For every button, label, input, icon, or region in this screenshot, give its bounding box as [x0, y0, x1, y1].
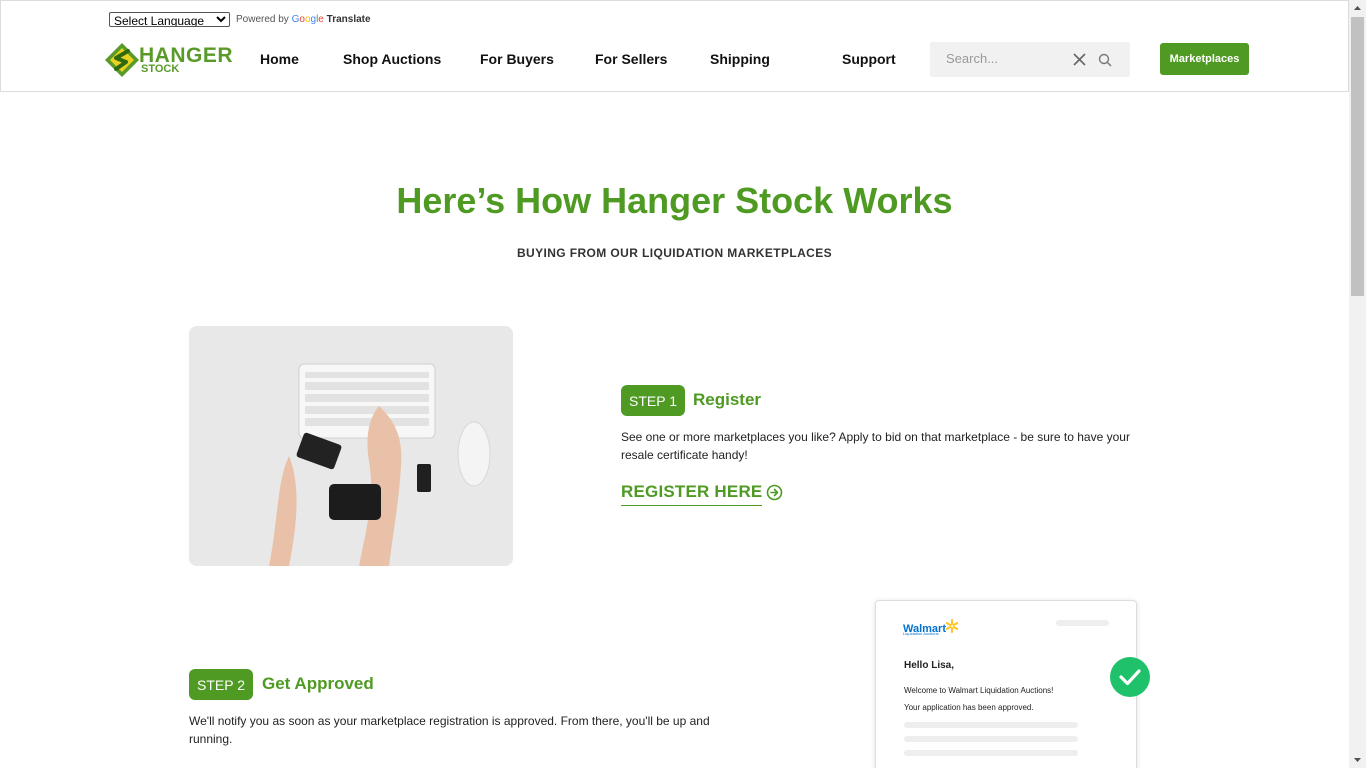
search-icon[interactable] — [1098, 53, 1112, 67]
approval-email-card: Walmart Liquidation Auctions Hello Lisa,… — [875, 600, 1137, 768]
page-subtitle: BUYING FROM OUR LIQUIDATION MARKETPLACES — [516, 246, 833, 260]
arrow-circle-icon[interactable] — [766, 484, 783, 501]
google-translate-widget: Select Language Powered by Google Transl… — [109, 12, 371, 27]
clear-icon[interactable] — [1073, 53, 1086, 66]
placeholder-line — [904, 722, 1078, 728]
language-select[interactable]: Select Language — [109, 12, 230, 27]
scrollbar-thumb[interactable] — [1351, 17, 1364, 296]
google-wordmark: Google — [291, 14, 324, 25]
placeholder-line — [904, 736, 1078, 742]
step2-title: Get Approved — [262, 674, 374, 693]
step1-photo — [189, 326, 513, 566]
logo-mark-icon — [105, 43, 139, 77]
page: Select Language Powered by Google Transl… — [0, 0, 1349, 768]
placeholder-bar — [1056, 620, 1109, 626]
step1-text: See one or more marketplaces you like? A… — [621, 430, 1130, 462]
step1-title: Register — [693, 390, 762, 409]
step2-badge: STEP 2 — [189, 669, 253, 700]
check-icon — [1119, 669, 1141, 686]
walmart-spark-icon — [945, 619, 959, 633]
register-here-link[interactable]: REGISTER HERE — [621, 482, 763, 506]
search-input[interactable] — [944, 50, 1068, 67]
page-scrollbar[interactable] — [1349, 0, 1366, 768]
email-approved-text: Your application has been approved. — [904, 703, 1034, 712]
logo-subtext: STOCK — [141, 63, 180, 75]
nav-home[interactable]: Home — [260, 51, 299, 67]
nav-shipping[interactable]: Shipping — [710, 51, 770, 67]
marketplaces-button[interactable]: Marketplaces — [1160, 43, 1249, 75]
walmart-logo: Walmart Liquidation Auctions — [903, 619, 959, 637]
step1-badge: STEP 1 — [621, 385, 685, 416]
hanger-stock-logo[interactable]: HANGER STOCK — [104, 42, 233, 78]
email-welcome-text: Welcome to Walmart Liquidation Auctions! — [904, 686, 1054, 695]
nav-support[interactable]: Support — [842, 51, 896, 67]
site-header: Select Language Powered by Google Transl… — [0, 0, 1349, 92]
nav-shop-auctions[interactable]: Shop Auctions — [343, 51, 441, 67]
scroll-up-arrow-icon[interactable] — [1349, 0, 1366, 17]
placeholder-line — [904, 750, 1078, 756]
step2-text: We'll notify you as soon as your marketp… — [189, 714, 710, 746]
powered-by-google-translate: Powered by Google Translate — [236, 14, 371, 25]
email-greeting: Hello Lisa, — [904, 660, 955, 671]
scroll-down-arrow-icon[interactable] — [1349, 751, 1366, 768]
keyboard-hands-image — [189, 326, 513, 566]
page-title: Here’s How Hanger Stock Works — [396, 180, 953, 221]
nav-for-buyers[interactable]: For Buyers — [480, 51, 554, 67]
check-badge — [1110, 657, 1150, 697]
search-box — [930, 42, 1130, 77]
nav-for-sellers[interactable]: For Sellers — [595, 51, 667, 67]
translate-link[interactable]: Translate — [327, 14, 371, 25]
